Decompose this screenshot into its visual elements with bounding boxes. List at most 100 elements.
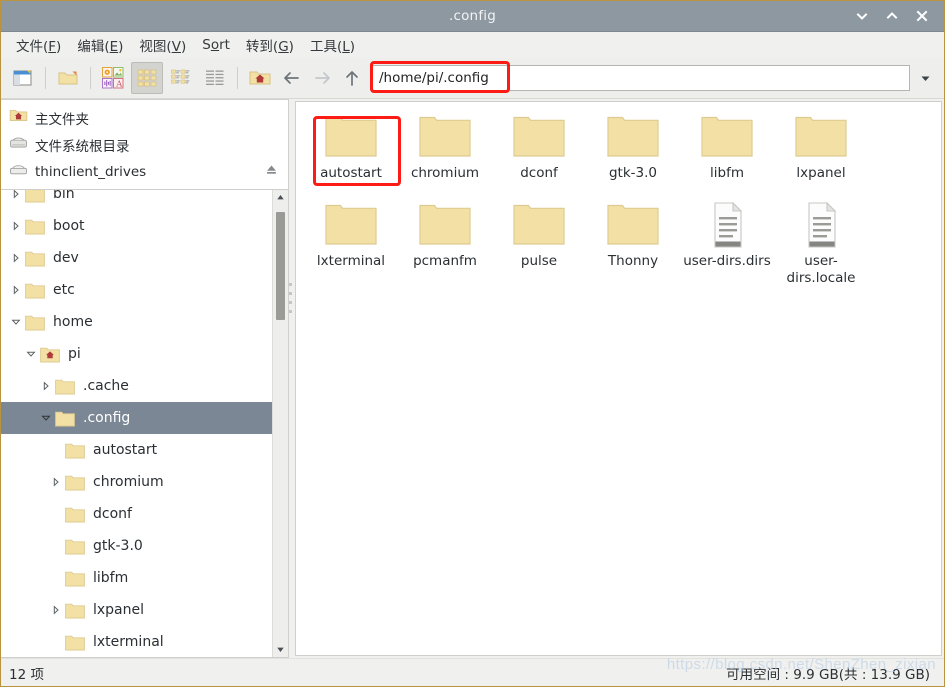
tree-item-boot[interactable]: boot bbox=[1, 210, 272, 242]
menu-view[interactable]: 视图(V) bbox=[132, 32, 193, 58]
detailed-list-view-button[interactable] bbox=[165, 62, 197, 94]
back-button[interactable] bbox=[278, 64, 306, 92]
tree-item-autostart[interactable]: autostart bbox=[1, 434, 272, 466]
place-label: thinclient_drives bbox=[35, 163, 147, 180]
tree-item-libfm[interactable]: libfm bbox=[1, 562, 272, 594]
file-item-label: pcmanfm bbox=[413, 253, 477, 269]
new-window-button[interactable] bbox=[7, 62, 39, 94]
drive-icon bbox=[9, 160, 28, 183]
chevron-down-icon[interactable] bbox=[37, 413, 55, 423]
path-dropdown-button[interactable] bbox=[914, 65, 936, 91]
tree-item-cache[interactable]: .cache bbox=[1, 370, 272, 402]
close-button[interactable] bbox=[914, 8, 930, 24]
tree-item-dconf[interactable]: dconf bbox=[1, 498, 272, 530]
compact-view-button[interactable] bbox=[199, 62, 231, 94]
new-folder-button[interactable] bbox=[52, 62, 84, 94]
chevron-right-icon[interactable] bbox=[7, 190, 25, 199]
tree-item-label: lxpanel bbox=[93, 602, 145, 618]
tree-item-label: lxterminal bbox=[93, 634, 164, 650]
place-home[interactable]: 主文件夹 bbox=[1, 104, 288, 131]
scrollbar-thumb[interactable] bbox=[276, 212, 285, 320]
file-item-autostart[interactable]: autostart bbox=[304, 114, 401, 192]
chevron-down-icon[interactable] bbox=[7, 317, 25, 327]
file-item-dconf[interactable]: dconf bbox=[492, 114, 586, 192]
tree-item-bin[interactable]: bin bbox=[1, 190, 272, 210]
file-item-lxpanel[interactable]: lxpanel bbox=[774, 114, 868, 192]
path-input[interactable]: /home/pi/.config bbox=[372, 65, 910, 91]
svg-text:A: A bbox=[115, 79, 123, 89]
tree-item-label: bin bbox=[53, 190, 75, 202]
menu-go[interactable]: 转到(G) bbox=[239, 32, 301, 58]
place-filesystem-root[interactable]: 文件系统根目录 bbox=[1, 131, 288, 158]
tree-item-gtk3[interactable]: gtk-3.0 bbox=[1, 530, 272, 562]
directory-tree: bin boot dev etc home pi .cache .config … bbox=[1, 190, 289, 658]
status-bar: 12 项 https://blog.csdn.net/ShenZhen_zixi… bbox=[1, 656, 944, 686]
up-button[interactable] bbox=[338, 64, 366, 92]
folder-icon bbox=[419, 114, 471, 162]
chevron-right-icon[interactable] bbox=[7, 221, 25, 231]
tree-item-label: boot bbox=[53, 218, 85, 234]
folder-icon bbox=[65, 602, 87, 619]
tree-scrollbar[interactable] bbox=[272, 190, 288, 657]
tree-item-lxpanel[interactable]: lxpanel bbox=[1, 594, 272, 626]
place-label: 主文件夹 bbox=[35, 111, 89, 128]
chevron-right-icon[interactable] bbox=[7, 285, 25, 295]
eject-icon[interactable] bbox=[265, 163, 278, 180]
file-item-pcmanfm[interactable]: pcmanfm bbox=[398, 202, 492, 287]
document-icon bbox=[801, 202, 841, 250]
chevron-down-icon[interactable] bbox=[22, 349, 40, 359]
tree-item-chromium[interactable]: chromium bbox=[1, 466, 272, 498]
file-item-thonny[interactable]: Thonny bbox=[586, 202, 680, 287]
folder-icon bbox=[65, 506, 87, 523]
minimize-button[interactable] bbox=[854, 8, 870, 24]
file-item-label: user-dirs.dirs bbox=[683, 253, 771, 269]
file-item-user-dirs-dirs[interactable]: user-dirs.dirs bbox=[680, 202, 774, 287]
tree-item-label: .config bbox=[83, 410, 131, 426]
file-item-user-dirs-locale[interactable]: user-dirs.locale bbox=[774, 202, 868, 287]
home-folder-button[interactable] bbox=[244, 62, 276, 94]
tree-item-home[interactable]: home bbox=[1, 306, 272, 338]
scroll-up-arrow-icon[interactable] bbox=[273, 190, 288, 205]
tree-item-config[interactable]: .config bbox=[1, 402, 272, 434]
file-item-pulse[interactable]: pulse bbox=[492, 202, 586, 287]
file-item-gtk-3-0[interactable]: gtk-3.0 bbox=[586, 114, 680, 192]
menu-tools[interactable]: 工具(L) bbox=[303, 32, 362, 58]
folder-icon bbox=[325, 202, 377, 250]
tree-item-lxterminal[interactable]: lxterminal bbox=[1, 626, 272, 657]
window-controls bbox=[854, 8, 944, 24]
maximize-button[interactable] bbox=[884, 8, 900, 24]
file-types-button[interactable]: A bbox=[97, 62, 129, 94]
file-item-chromium[interactable]: chromium bbox=[398, 114, 492, 192]
tree-item-label: dev bbox=[53, 250, 79, 266]
toolbar-separator bbox=[45, 67, 46, 89]
place-thinclient-drives[interactable]: thinclient_drives bbox=[1, 158, 288, 185]
tree-item-label: autostart bbox=[93, 442, 158, 458]
scroll-down-arrow-icon[interactable] bbox=[273, 642, 288, 657]
chevron-right-icon[interactable] bbox=[7, 253, 25, 263]
new-folder-icon bbox=[58, 71, 78, 85]
file-manager-window: .config 文件(F) 编辑(E) 视图(V) Sort 转到(G) 工具(… bbox=[0, 0, 945, 687]
icon-view-icon bbox=[137, 69, 157, 87]
file-item-label: gtk-3.0 bbox=[608, 165, 658, 181]
chevron-right-icon[interactable] bbox=[37, 381, 55, 391]
file-list-pane[interactable]: autostart chromium dconf gtk-3.0 libfm l… bbox=[295, 101, 942, 656]
menu-file[interactable]: 文件(F) bbox=[9, 32, 68, 58]
tree-item-dev[interactable]: dev bbox=[1, 242, 272, 274]
folder-icon bbox=[65, 538, 87, 555]
file-item-lxterminal[interactable]: lxterminal bbox=[304, 202, 398, 287]
chevron-right-icon[interactable] bbox=[47, 477, 65, 487]
menu-sort[interactable]: Sort bbox=[195, 34, 237, 56]
folder-icon bbox=[25, 282, 47, 299]
icon-view-button[interactable] bbox=[131, 62, 163, 94]
folder-icon bbox=[65, 634, 87, 651]
tree-item-pi[interactable]: pi bbox=[1, 338, 272, 370]
folder-icon bbox=[25, 314, 47, 331]
folder-icon bbox=[25, 218, 47, 235]
tree-item-label: gtk-3.0 bbox=[93, 538, 143, 554]
chevron-right-icon[interactable] bbox=[47, 605, 65, 615]
pane-splitter-handle[interactable] bbox=[288, 281, 293, 315]
file-item-libfm[interactable]: libfm bbox=[680, 114, 774, 192]
folder-icon bbox=[607, 202, 659, 250]
menu-edit[interactable]: 编辑(E) bbox=[70, 32, 130, 58]
tree-item-etc[interactable]: etc bbox=[1, 274, 272, 306]
